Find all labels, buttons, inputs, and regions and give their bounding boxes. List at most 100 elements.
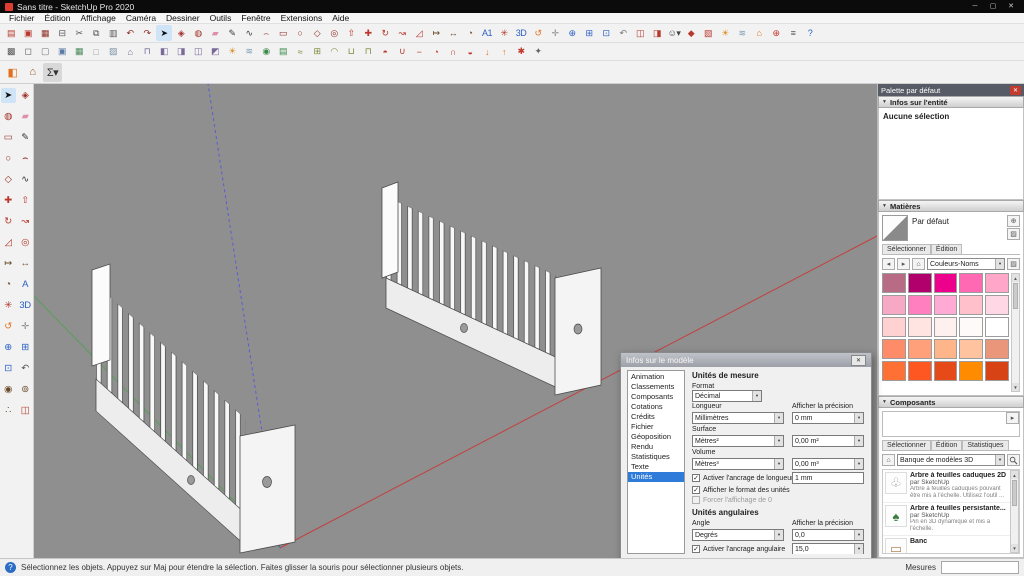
force-zero-checkbox[interactable]: Forcer l'affichage de 0 <box>692 496 784 504</box>
orbit-tool[interactable]: ↺ <box>1 319 16 334</box>
tape-measure-button[interactable]: ↦ <box>428 25 444 41</box>
view-iso-button[interactable]: ⌂ <box>122 44 138 60</box>
menu-item[interactable]: Dessiner <box>161 13 205 23</box>
menu-item[interactable]: Édition <box>40 13 76 23</box>
zoom-window-tool[interactable]: ⊞ <box>18 340 33 355</box>
checkbox-checked-icon[interactable]: ✓ <box>692 545 700 553</box>
material-swatch[interactable] <box>934 339 958 359</box>
materials-header[interactable]: ▼ Matières <box>878 200 1024 212</box>
text-tool-button[interactable]: A1 <box>479 25 495 41</box>
stats-sigma-button[interactable]: Σ▾ <box>43 63 62 82</box>
material-swatch[interactable] <box>934 317 958 337</box>
model-info-nav-item[interactable]: Composants <box>628 392 684 402</box>
components-tab[interactable]: Statistiques <box>962 440 1008 450</box>
walk-tool[interactable]: ∴ <box>1 403 16 418</box>
open-document-button[interactable]: ▣ <box>20 25 36 41</box>
freehand-tool-button[interactable]: ∿ <box>241 25 257 41</box>
section-display-button[interactable]: ◨ <box>649 25 665 41</box>
protractor-tool-button[interactable]: ◔ <box>462 25 478 41</box>
length-snap-input[interactable]: 1 mm <box>792 472 864 484</box>
scrollbar-thumb[interactable] <box>1012 480 1017 506</box>
material-swatch[interactable] <box>934 361 958 381</box>
smoove-button[interactable]: ◠ <box>326 44 342 60</box>
follow-me-tool[interactable]: ↝ <box>18 214 33 229</box>
preferences-button[interactable]: ✦ <box>530 44 546 60</box>
scroll-down-icon[interactable]: ▼ <box>1012 383 1019 391</box>
arc-tool-button[interactable]: ⌢ <box>258 25 274 41</box>
section-plane-button[interactable]: ◫ <box>632 25 648 41</box>
checkbox-unchecked-icon[interactable] <box>692 496 700 504</box>
cut-button[interactable]: ✂ <box>71 25 87 41</box>
menu-item[interactable]: Aide <box>327 13 354 23</box>
pan-tool-button[interactable]: ✛ <box>547 25 563 41</box>
format-dropdown[interactable]: Décimal ▾ <box>692 390 762 402</box>
download-model-button[interactable]: ↓ <box>479 44 495 60</box>
zoom-extents-tool[interactable]: ⊡ <box>1 361 16 376</box>
components-collection-dropdown[interactable]: Banque de modèles 3D ▾ <box>897 454 1005 466</box>
new-document-button[interactable]: ▤ <box>3 25 19 41</box>
material-swatch[interactable] <box>959 339 983 359</box>
material-swatch[interactable] <box>959 295 983 315</box>
material-swatch[interactable] <box>985 361 1009 381</box>
material-swatch[interactable] <box>882 361 906 381</box>
components-tab[interactable]: Sélectionner <box>882 440 931 450</box>
angle-precision-dropdown[interactable]: 0,0 ▾ <box>792 529 864 541</box>
move-tool[interactable]: ✚ <box>1 193 16 208</box>
model-info-close-button[interactable]: ✕ <box>851 355 866 366</box>
help-status-icon[interactable]: ? <box>5 562 16 573</box>
length-precision-dropdown[interactable]: 0 mm ▾ <box>792 412 864 424</box>
menu-item[interactable]: Fenêtre <box>236 13 275 23</box>
solid-split-button[interactable]: ◒ <box>462 44 478 60</box>
material-swatch[interactable] <box>908 339 932 359</box>
from-scratch-button[interactable]: ⊞ <box>309 44 325 60</box>
polygon-tool[interactable]: ◇ <box>1 172 16 187</box>
material-swatch[interactable] <box>934 273 958 293</box>
section-plane-tool[interactable]: ◫ <box>18 403 33 418</box>
axes-tool[interactable]: ✳ <box>1 298 16 313</box>
zoom-window-button[interactable]: ⊞ <box>581 25 597 41</box>
solid-subtract-button[interactable]: − <box>411 44 427 60</box>
tray-close-button[interactable]: ✕ <box>1010 86 1021 95</box>
model-info-nav-item[interactable]: Rendu <box>628 442 684 452</box>
text-tool[interactable]: A <box>18 277 33 292</box>
scale-tool-button[interactable]: ◿ <box>411 25 427 41</box>
warehouse-cube-button[interactable]: ◧ <box>3 63 22 82</box>
components-header[interactable]: ▼ Composants <box>878 396 1024 408</box>
monochrome-button[interactable]: □ <box>88 44 104 60</box>
angle-snap-checkbox[interactable]: ✓ Activer l'ancrage angulaire <box>692 545 784 553</box>
view-top-button[interactable]: ⊓ <box>139 44 155 60</box>
from-contours-button[interactable]: ≈ <box>292 44 308 60</box>
material-swatch[interactable] <box>959 273 983 293</box>
rotate-tool[interactable]: ↻ <box>1 214 16 229</box>
component-list-item[interactable]: ♧ Arbre à feuilles caduques 2D par Sketc… <box>883 470 1010 503</box>
menu-item[interactable]: Fichier <box>4 13 40 23</box>
fog-button[interactable]: ≋ <box>241 44 257 60</box>
drape-button[interactable]: ⊓ <box>360 44 376 60</box>
display-units-checkbox[interactable]: ✓ Afficher le format des unités <box>692 486 784 494</box>
look-around-tool[interactable]: ⊚ <box>18 382 33 397</box>
add-location-button[interactable]: ◉ <box>258 44 274 60</box>
arc-tool[interactable]: ⌢ <box>18 151 33 166</box>
line-tool[interactable]: ✎ <box>18 130 33 145</box>
model-info-button[interactable]: ◆ <box>683 25 699 41</box>
checkbox-checked-icon[interactable]: ✓ <box>692 486 700 494</box>
paint-bucket-button[interactable]: ◍ <box>190 25 206 41</box>
previous-view-tool[interactable]: ↶ <box>18 361 33 376</box>
create-material-button[interactable]: ⊕ <box>1007 215 1020 227</box>
offset-tool-button[interactable]: ◎ <box>326 25 342 41</box>
hidden-line-button[interactable]: ▢ <box>37 44 53 60</box>
material-swatch[interactable] <box>908 295 932 315</box>
push-pull-tool-button[interactable]: ⇧ <box>343 25 359 41</box>
paint-bucket-tool[interactable]: ◍ <box>1 109 16 124</box>
select-tool-button[interactable]: ➤ <box>156 25 172 41</box>
search-button[interactable] <box>1007 454 1020 466</box>
volume-precision-dropdown[interactable]: 0,00 m³ ▾ <box>792 458 864 470</box>
position-camera-tool[interactable]: ◉ <box>1 382 16 397</box>
save-button[interactable]: ▦ <box>37 25 53 41</box>
sample-paint-button[interactable]: ▨ <box>1007 228 1020 240</box>
materials-tab[interactable]: Sélectionner <box>882 244 931 254</box>
materials-detail-button[interactable]: ▨ <box>1007 258 1020 270</box>
dimension-tool-button[interactable]: ↔ <box>445 25 461 41</box>
person-scale-button[interactable]: ☺▾ <box>666 25 682 41</box>
model-info-nav-item[interactable]: Cotations <box>628 402 684 412</box>
